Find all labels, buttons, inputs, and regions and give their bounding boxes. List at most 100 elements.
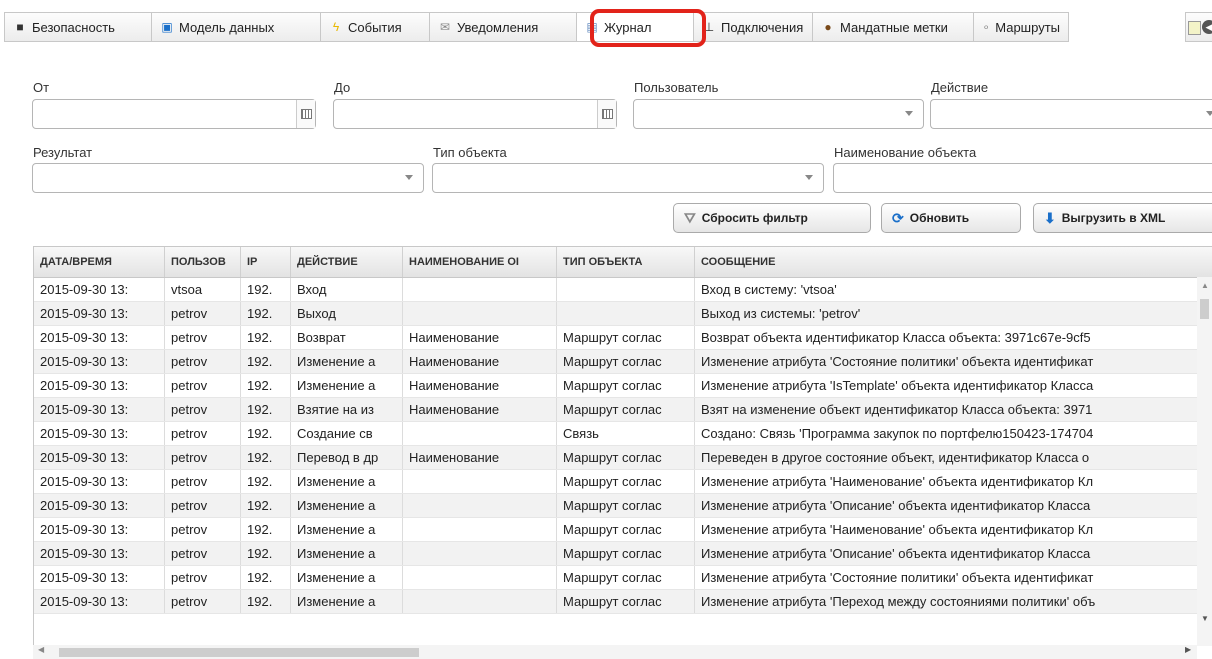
calendar-icon[interactable] <box>597 100 616 128</box>
export-xml-button[interactable]: ⬇ Выгрузить в XML <box>1033 203 1212 233</box>
table-cell: 2015-09-30 13: <box>34 326 165 349</box>
export-xml-label: Выгрузить в XML <box>1061 211 1166 225</box>
table-cell: Возврат <box>291 326 403 349</box>
scroll-down-icon[interactable]: ▼ <box>1201 614 1209 623</box>
table-cell: Взят на изменение объект идентификатор К… <box>695 398 1212 421</box>
table-cell <box>403 278 557 301</box>
horizontal-scroll-thumb[interactable] <box>59 648 419 657</box>
table-row[interactable]: 2015-09-30 13: petrov 192. Изменение а Маршр… <box>34 518 1212 542</box>
table-cell: Создание св <box>291 422 403 445</box>
table-cell: Изменение а <box>291 590 403 613</box>
table-cell: petrov <box>165 542 241 565</box>
tab-data-model[interactable]: ▣ Модель данных <box>151 12 321 42</box>
table-row[interactable]: 2015-09-30 13: vtsoa 192. Вход Вход в систем… <box>34 278 1212 302</box>
column-header[interactable]: ДАТА/ВРЕМЯ <box>34 247 165 277</box>
table-cell: petrov <box>165 398 241 421</box>
column-header[interactable]: IP <box>241 247 291 277</box>
tab-label: Подключения <box>721 19 804 35</box>
tab-mandatory-labels[interactable]: ● Мандатные метки <box>812 12 974 42</box>
journal-document-icon: ▤ <box>586 20 598 34</box>
table-row[interactable]: 2015-09-30 13: petrov 192. Изменение а Наиме… <box>34 350 1212 374</box>
table-row[interactable]: 2015-09-30 13: petrov 192. Изменение а Наиме… <box>34 374 1212 398</box>
table-row[interactable]: 2015-09-30 13: petrov 192. Взятие на из Наим… <box>34 398 1212 422</box>
table-cell: Маршрут соглас <box>557 350 695 373</box>
action-select[interactable] <box>930 99 1212 129</box>
table-row[interactable]: 2015-09-30 13: petrov 192. Изменение а Маршр… <box>34 470 1212 494</box>
table-cell: Связь <box>557 422 695 445</box>
partial-tab-icon <box>1188 21 1201 35</box>
tab-security[interactable]: ■ Безопасность <box>4 12 152 42</box>
table-cell: Изменение а <box>291 470 403 493</box>
table-cell <box>403 566 557 589</box>
table-cell: Изменение атрибута 'Наименование' объект… <box>695 470 1212 493</box>
table-cell: Маршрут соглас <box>557 494 695 517</box>
user-select[interactable] <box>633 99 924 129</box>
column-header[interactable]: СООБЩЕНИЕ <box>695 247 1212 277</box>
scroll-up-icon[interactable]: ▲ <box>1201 281 1209 290</box>
table-cell: petrov <box>165 494 241 517</box>
table-cell: Изменение а <box>291 566 403 589</box>
table-cell: 192. <box>241 350 291 373</box>
vertical-scrollbar[interactable]: ▲ ▼ <box>1197 277 1212 646</box>
column-header[interactable]: НАИМЕНОВАНИЕ ОІ <box>403 247 557 277</box>
table-cell: Маршрут соглас <box>557 470 695 493</box>
table-cell: petrov <box>165 374 241 397</box>
tab-envelope[interactable]: ✉ Уведомления <box>429 12 577 42</box>
table-cell: 192. <box>241 590 291 613</box>
table-row[interactable]: 2015-09-30 13: petrov 192. Изменение а Маршр… <box>34 494 1212 518</box>
to-date-field[interactable] <box>333 99 617 129</box>
tab-connection[interactable]: ⊥ Подключения <box>693 12 813 42</box>
scroll-right-arrow-icon[interactable]: ▶ <box>1185 645 1191 654</box>
table-cell: Маршрут соглас <box>557 518 695 541</box>
table-cell: Выход <box>291 302 403 325</box>
table-row[interactable]: 2015-09-30 13: petrov 192. Создание св Связь… <box>34 422 1212 446</box>
table-cell: Вход в систему: 'vtsoa' <box>695 278 1212 301</box>
table-cell: Наименование <box>403 398 557 421</box>
tab-events-lightning[interactable]: ϟ События <box>320 12 430 42</box>
horizontal-scrollbar[interactable]: ◀ ▶ <box>33 645 1197 659</box>
table-cell: 192. <box>241 326 291 349</box>
table-cell: Маршрут соглас <box>557 446 695 469</box>
tab-journal-document[interactable]: ▤ Журнал <box>576 12 694 42</box>
table-cell: 2015-09-30 13: <box>34 350 165 373</box>
table-cell: 192. <box>241 374 291 397</box>
table-cell: Изменение атрибута 'Переход между состоя… <box>695 590 1212 613</box>
object-type-select[interactable] <box>432 163 824 193</box>
to-label: До <box>334 80 351 95</box>
table-cell: 192. <box>241 422 291 445</box>
table-cell <box>557 302 695 325</box>
table-row[interactable]: 2015-09-30 13: petrov 192. Изменение а Маршр… <box>34 566 1212 590</box>
table-cell: Переведен в другое состояние объект, иде… <box>695 446 1212 469</box>
refresh-label: Обновить <box>909 211 970 225</box>
tab-scroll-button[interactable]: ◀ <box>1185 12 1212 42</box>
table-cell: Маршрут соглас <box>557 398 695 421</box>
table-cell: Выход из системы: 'petrov' <box>695 302 1212 325</box>
reset-filter-button[interactable]: ⛛ Сбросить фильтр <box>673 203 871 233</box>
table-cell: petrov <box>165 350 241 373</box>
vertical-scroll-thumb[interactable] <box>1200 299 1209 319</box>
column-header[interactable]: ТИП ОБЪЕКТА <box>557 247 695 277</box>
from-date-field[interactable] <box>32 99 316 129</box>
tab-routes[interactable]: ∘ Маршруты <box>973 12 1069 42</box>
table-cell: 192. <box>241 494 291 517</box>
table-row[interactable]: 2015-09-30 13: petrov 192. Перевод в др Наим… <box>34 446 1212 470</box>
result-select[interactable] <box>32 163 424 193</box>
table-cell: 2015-09-30 13: <box>34 374 165 397</box>
envelope-icon: ✉ <box>439 20 451 34</box>
table-row[interactable]: 2015-09-30 13: petrov 192. Изменение а Маршр… <box>34 542 1212 566</box>
tab-label: Мандатные метки <box>840 19 948 35</box>
table-row[interactable]: 2015-09-30 13: petrov 192. Выход Выход из си… <box>34 302 1212 326</box>
table-row[interactable]: 2015-09-30 13: petrov 192. Возврат Наименова… <box>34 326 1212 350</box>
scroll-left-arrow-icon[interactable]: ◀ <box>38 645 44 654</box>
calendar-icon[interactable] <box>296 100 315 128</box>
table-cell: 2015-09-30 13: <box>34 302 165 325</box>
table-cell: petrov <box>165 470 241 493</box>
object-name-input[interactable] <box>833 163 1212 193</box>
table-cell: 192. <box>241 470 291 493</box>
column-header[interactable]: ПОЛЬЗОВ <box>165 247 241 277</box>
table-cell: Изменение атрибута 'Описание' объекта ид… <box>695 494 1212 517</box>
table-row[interactable]: 2015-09-30 13: petrov 192. Изменение а Маршр… <box>34 590 1212 614</box>
refresh-button[interactable]: ⟳ Обновить <box>881 203 1021 233</box>
column-header[interactable]: ДЕЙСТВИЕ <box>291 247 403 277</box>
chevron-down-icon <box>805 175 813 180</box>
